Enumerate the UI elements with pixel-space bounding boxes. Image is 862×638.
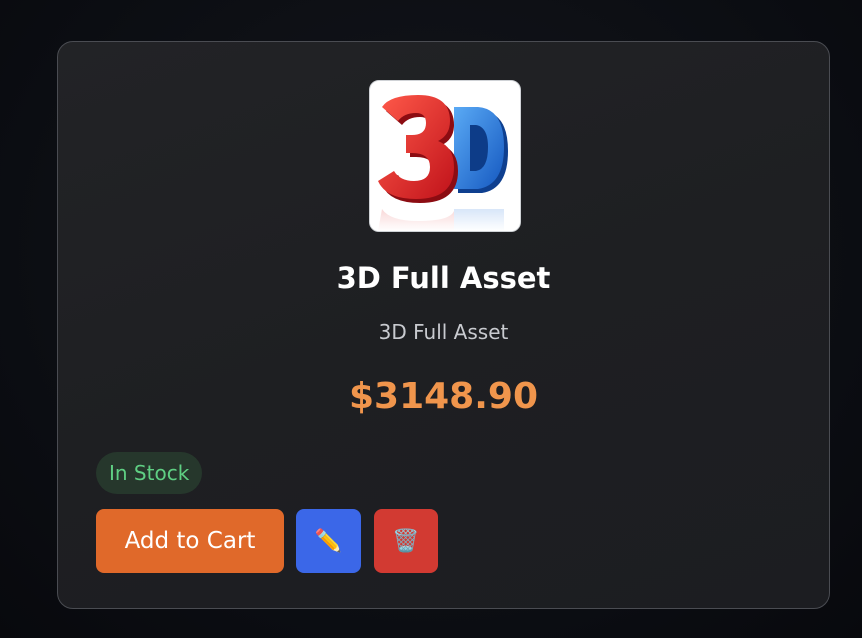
product-title: 3D Full Asset — [336, 261, 551, 295]
stock-status-badge: In Stock — [96, 452, 203, 494]
trash-icon: 🗑️ — [392, 528, 420, 554]
product-price: $3148.90 — [348, 376, 539, 417]
3d-logo-icon — [370, 95, 520, 231]
pencil-icon: ✏️ — [314, 528, 343, 554]
edit-button[interactable]: ✏️ — [296, 509, 361, 573]
product-description: 3D Full Asset — [378, 320, 509, 344]
product-card: 3D Full Asset 3D Full Asset $3148.90 In … — [57, 41, 830, 609]
product-image — [369, 80, 521, 232]
add-to-cart-label: Add to Cart — [124, 528, 256, 554]
delete-button[interactable]: 🗑️ — [374, 509, 438, 573]
add-to-cart-button[interactable]: Add to Cart — [96, 509, 284, 573]
